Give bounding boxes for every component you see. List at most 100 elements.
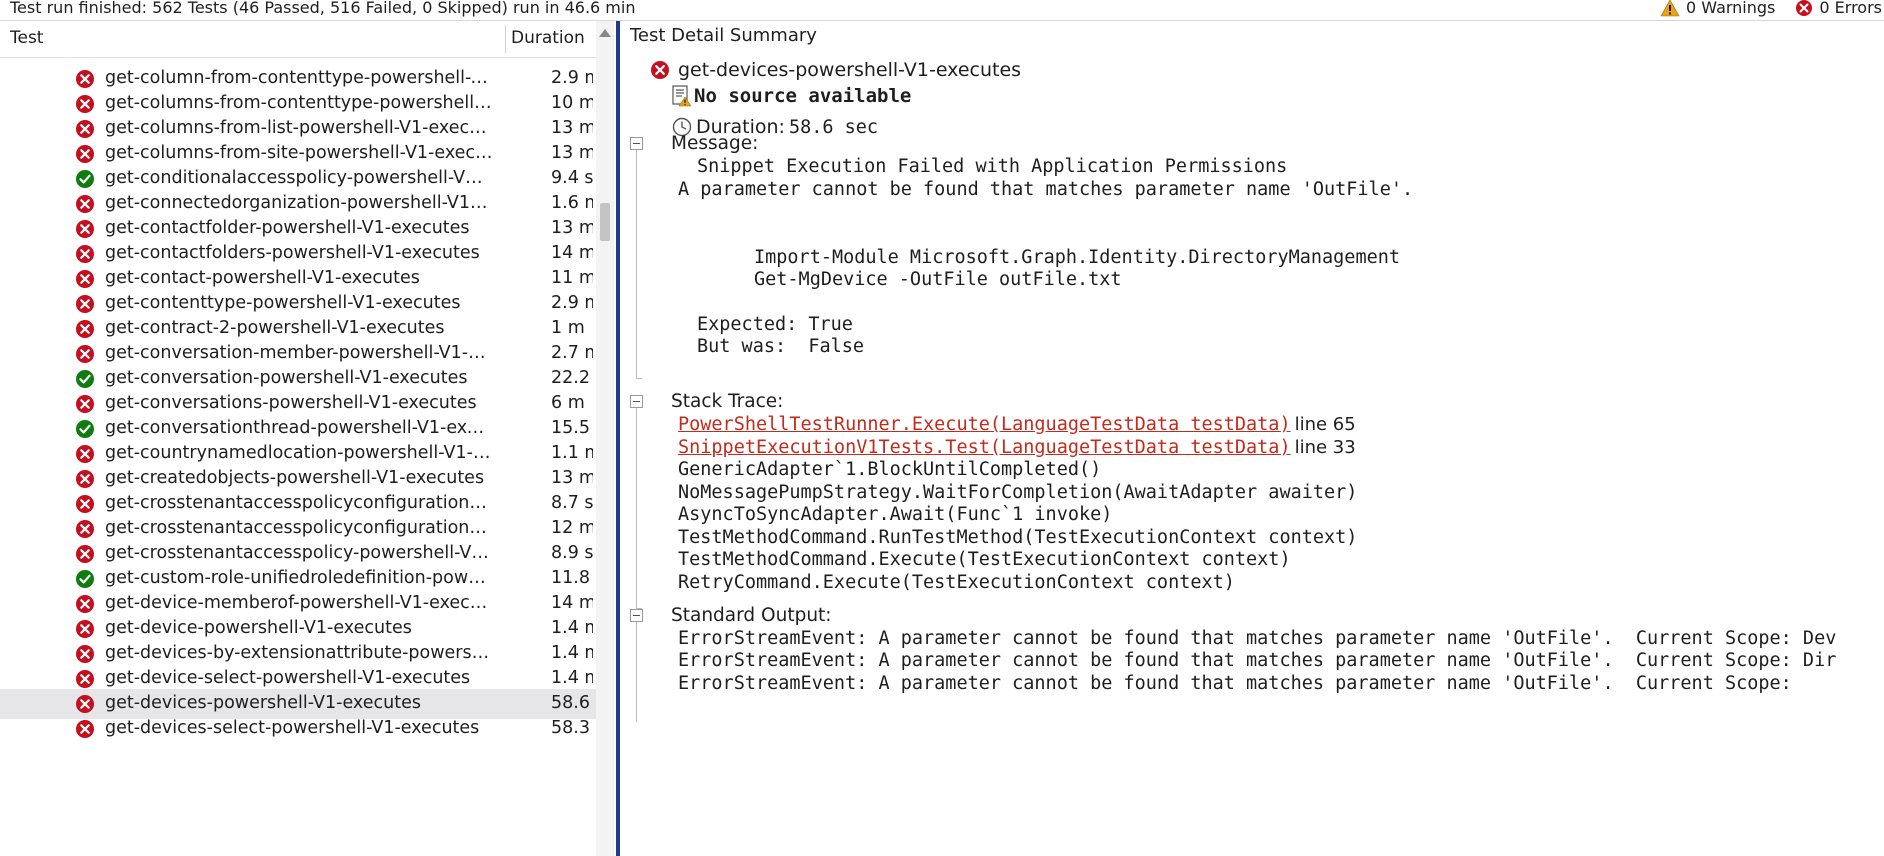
failed-icon bbox=[76, 545, 94, 563]
failed-icon bbox=[76, 470, 94, 488]
stack-frame[interactable]: PowerShellTestRunner.Execute(LanguageTes… bbox=[678, 414, 1356, 435]
scrollbar-thumb[interactable] bbox=[600, 203, 610, 241]
test-row-duration: 1.6 m bbox=[551, 193, 593, 213]
collapse-stack-trace-icon[interactable] bbox=[630, 395, 643, 408]
stack-frame: AsyncToSyncAdapter.Await(Func`1 invoke) bbox=[678, 504, 1112, 525]
stack-frame-link[interactable]: PowerShellTestRunner.Execute(LanguageTes… bbox=[678, 414, 1291, 435]
failed-icon bbox=[76, 520, 94, 538]
pane-title: Test Detail Summary bbox=[630, 25, 817, 46]
column-header-test[interactable]: Test bbox=[10, 28, 43, 48]
test-row-name: get-crosstenantaccesspolicyconfiguration… bbox=[105, 493, 493, 513]
test-row-name: get-contact-powershell-V1-executes bbox=[105, 268, 420, 288]
test-row-name: get-crosstenantaccesspolicyconfiguration… bbox=[105, 518, 493, 538]
message-section: Message: Snippet Execution Failed with A… bbox=[620, 133, 1884, 383]
failed-icon bbox=[76, 120, 94, 138]
stack-frame-line-number: line 65 bbox=[1294, 414, 1356, 435]
passed-icon bbox=[76, 420, 94, 438]
source-row: No source available bbox=[672, 85, 911, 107]
test-row-duration: 2.7 m bbox=[551, 343, 593, 363]
problem-counts: 0 Warnings 0 Errors bbox=[1660, 0, 1882, 17]
failed-icon bbox=[76, 395, 94, 413]
test-row-name: get-device-select-powershell-V1-executes bbox=[105, 668, 471, 688]
stack-frame-text: NoMessagePumpStrategy.WaitForCompletion(… bbox=[678, 481, 1358, 503]
collapse-message-icon[interactable] bbox=[630, 137, 643, 150]
test-row-name: get-contactfolders-powershell-V1-execute… bbox=[105, 243, 480, 263]
test-row[interactable]: get-devices-select-powershell-V1-execute… bbox=[0, 714, 596, 744]
test-row-name: get-custom-role-unifiedroledefinition-po… bbox=[105, 568, 493, 588]
test-row-name: get-countrynamedlocation-powershell-V1-e… bbox=[105, 443, 493, 463]
section-guide-end bbox=[636, 378, 642, 379]
message-label: Message: bbox=[671, 133, 759, 154]
test-row-name: get-crosstenantaccesspolicy-powershell-V… bbox=[105, 543, 493, 563]
output-line: ErrorStreamEvent: A parameter cannot be … bbox=[678, 673, 1792, 694]
failed-icon bbox=[76, 445, 94, 463]
scroll-up-icon[interactable] bbox=[599, 29, 611, 37]
error-icon bbox=[1796, 0, 1813, 16]
errors-count[interactable]: 0 Errors bbox=[1795, 0, 1882, 17]
test-row-duration: 14 m bbox=[551, 243, 593, 263]
test-list-panel: Test Duration get-column-from-contenttyp… bbox=[0, 21, 616, 856]
errors-label: 0 Errors bbox=[1819, 0, 1882, 17]
test-row-duration: 1.4 m bbox=[551, 618, 593, 638]
test-row-name: get-conversation-member-powershell-V1-ex… bbox=[105, 343, 493, 363]
vertical-scrollbar[interactable] bbox=[596, 21, 614, 856]
test-row-name: get-devices-by-extensionattribute-powers… bbox=[105, 643, 493, 663]
stack-frame-line-number: line 33 bbox=[1294, 436, 1356, 458]
stack-frame: TestMethodCommand.RunTestMethod(TestExec… bbox=[678, 527, 1357, 548]
message-line: A parameter cannot be found that matches… bbox=[678, 179, 1414, 200]
test-row-duration: 8.7 s bbox=[551, 493, 593, 513]
test-row-name: get-device-memberof-powershell-V1-execut… bbox=[105, 593, 493, 613]
test-row-name: get-column-from-contenttype-powershell-V… bbox=[105, 68, 493, 88]
test-row-name: get-conditionalaccesspolicy-powershell-V… bbox=[105, 168, 493, 188]
stack-trace-label: Stack Trace: bbox=[671, 391, 784, 412]
detail-test-name-row: get-devices-powershell-V1-executes bbox=[650, 59, 1021, 81]
test-run-status-bar: Test run finished: 562 Tests (46 Passed,… bbox=[0, 0, 1884, 21]
test-row-duration: 8.9 s bbox=[551, 543, 593, 563]
stack-frame[interactable]: SnippetExecutionV1Tests.Test(LanguageTes… bbox=[678, 437, 1356, 458]
message-line: Expected: True bbox=[697, 314, 853, 335]
failed-icon bbox=[76, 495, 94, 513]
column-divider[interactable] bbox=[505, 25, 506, 53]
test-row-name: get-columns-from-contenttype-powershell-… bbox=[105, 93, 493, 113]
test-row-name: get-contract-2-powershell-V1-executes bbox=[105, 318, 445, 338]
column-header-duration[interactable]: Duration bbox=[511, 28, 585, 48]
test-row-name: get-devices-select-powershell-V1-execute… bbox=[105, 718, 480, 738]
failed-icon bbox=[76, 720, 94, 738]
test-row-duration: 13 m bbox=[551, 143, 593, 163]
failed-icon bbox=[76, 220, 94, 238]
test-row-name: get-connectedorganization-powershell-V1-… bbox=[105, 193, 493, 213]
test-row-duration: 11.8 s bbox=[551, 568, 593, 588]
test-row-name: get-createdobjects-powershell-V1-execute… bbox=[105, 468, 485, 488]
test-row-name: get-conversations-powershell-V1-executes bbox=[105, 393, 477, 413]
test-row-duration: 1 m bbox=[551, 318, 585, 338]
failed-icon bbox=[76, 295, 94, 313]
failed-icon bbox=[76, 195, 94, 213]
test-row-duration: 2.9 m bbox=[551, 68, 593, 88]
output-line: ErrorStreamEvent: A parameter cannot be … bbox=[678, 650, 1837, 671]
stack-frame-link[interactable]: SnippetExecutionV1Tests.Test(LanguageTes… bbox=[678, 437, 1291, 458]
stack-frame: RetryCommand.Execute(TestExecutionContex… bbox=[678, 572, 1235, 593]
test-row-duration: 22.2 s bbox=[551, 368, 593, 388]
stack-frame: TestMethodCommand.Execute(TestExecutionC… bbox=[678, 549, 1291, 570]
warnings-label: 0 Warnings bbox=[1686, 0, 1776, 17]
failed-icon bbox=[76, 145, 94, 163]
failed-icon bbox=[76, 345, 94, 363]
message-line: Snippet Execution Failed with Applicatio… bbox=[697, 156, 1288, 177]
test-row-name: get-conversationthread-powershell-V1-exe… bbox=[105, 418, 493, 438]
test-row-name: get-contenttype-powershell-V1-executes bbox=[105, 293, 461, 313]
no-source-text: No source available bbox=[694, 85, 912, 107]
failed-icon bbox=[651, 61, 669, 79]
passed-icon bbox=[76, 370, 94, 388]
collapse-standard-output-icon[interactable] bbox=[630, 609, 643, 622]
test-list: get-column-from-contenttype-powershell-V… bbox=[0, 58, 596, 856]
test-row-duration: 1.4 m bbox=[551, 668, 593, 688]
standard-output-label: Standard Output: bbox=[671, 605, 832, 626]
failed-icon bbox=[76, 620, 94, 638]
warnings-count[interactable]: 0 Warnings bbox=[1660, 0, 1775, 17]
test-row-duration: 11 m bbox=[551, 268, 593, 288]
test-row-duration: 58.3 s bbox=[551, 718, 593, 738]
test-row-duration: 1.4 m bbox=[551, 643, 593, 663]
failed-icon bbox=[76, 270, 94, 288]
test-row-duration: 6 m bbox=[551, 393, 585, 413]
failed-icon bbox=[76, 595, 94, 613]
